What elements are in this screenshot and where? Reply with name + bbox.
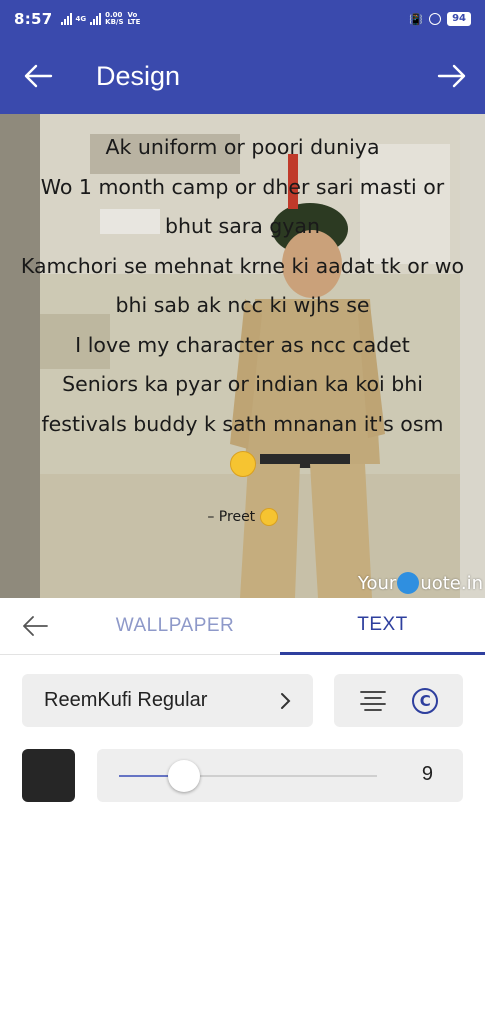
status-time: 8:57	[14, 10, 53, 28]
font-size-control: 9	[97, 749, 463, 802]
quote-line: Seniors ka pyar or indian ka koi bhi	[62, 372, 423, 396]
quote-logo-icon	[397, 572, 420, 594]
net-speed-unit: KB/S	[105, 18, 124, 26]
design-preview[interactable]: Ak uniform or poori duniya Wo 1 month ca…	[0, 114, 485, 598]
quote-line: bhut sara gyan	[164, 214, 320, 238]
watermark-prefix: Your	[357, 572, 397, 594]
back-button[interactable]	[0, 38, 76, 114]
page-title: Design	[96, 60, 181, 91]
net-gen-label: 4G	[75, 14, 87, 23]
quote-line: Wo 1 month camp or dher sari masti or	[40, 174, 445, 199]
app-bar: Design	[0, 38, 485, 114]
volte: Vo LTE	[128, 12, 141, 26]
watermark: Your uote.in	[358, 572, 483, 594]
text-color-swatch[interactable]	[22, 749, 75, 802]
tab-wallpaper[interactable]: WALLPAPER	[70, 598, 280, 655]
align-center-icon[interactable]	[359, 689, 387, 713]
quote-line: festivals buddy k sath mnanan it's osm	[41, 411, 444, 436]
author-name: – Preet	[207, 509, 256, 525]
smile-emoji-icon	[229, 451, 256, 477]
arrow-right-icon	[437, 64, 466, 88]
status-left-icons: 4G 0.00 KB/S Vo LTE	[60, 12, 141, 26]
smile-emoji-icon	[259, 508, 278, 526]
watermark-suffix: uote.in	[420, 572, 483, 594]
quote-line: bhi sab ak ncc ki wjhs se	[115, 293, 370, 317]
next-button[interactable]	[419, 38, 485, 114]
battery-indicator: 94	[447, 12, 471, 26]
font-size-value: 9	[421, 763, 433, 785]
quote-line: I love my character as ncc cadet	[75, 332, 410, 357]
size-slider-thumb[interactable]	[167, 760, 200, 792]
quote-line: Ak uniform or poori duniya	[105, 135, 380, 159]
signal-icon-2	[90, 13, 102, 25]
alarm-icon	[429, 13, 442, 25]
text-options: C	[334, 674, 463, 727]
editor-tabs: WALLPAPER TEXT	[0, 598, 485, 655]
status-right-icons: 📳 94	[409, 12, 471, 26]
net-gen: 4G	[75, 14, 87, 23]
emoji-line	[0, 444, 485, 486]
net-speed: 0.00 KB/S	[105, 12, 123, 26]
arrow-left-icon	[23, 616, 48, 636]
chevron-right-icon	[281, 692, 291, 709]
font-select[interactable]: ReemKufi Regular	[22, 674, 313, 727]
arrow-left-icon	[24, 64, 53, 88]
quote-line: Kamchori se mehnat krne ki aadat tk or w…	[20, 253, 465, 278]
status-bar: 8:57 4G 0.00 KB/S Vo LTE 📳 94	[0, 0, 485, 38]
quote-author: – Preet	[0, 508, 485, 526]
copyright-glyph: C	[419, 691, 431, 710]
vibrate-icon: 📳	[409, 12, 424, 26]
copyright-icon[interactable]: C	[412, 687, 439, 714]
volte-bottom: LTE	[127, 18, 141, 26]
tab-back-button[interactable]	[0, 598, 70, 655]
font-name: ReemKufi Regular	[44, 689, 208, 711]
quote-text[interactable]: Ak uniform or poori duniya Wo 1 month ca…	[0, 128, 485, 486]
signal-icon	[60, 13, 72, 25]
size-slider-track[interactable]	[119, 775, 377, 777]
tab-text[interactable]: TEXT	[280, 598, 485, 655]
